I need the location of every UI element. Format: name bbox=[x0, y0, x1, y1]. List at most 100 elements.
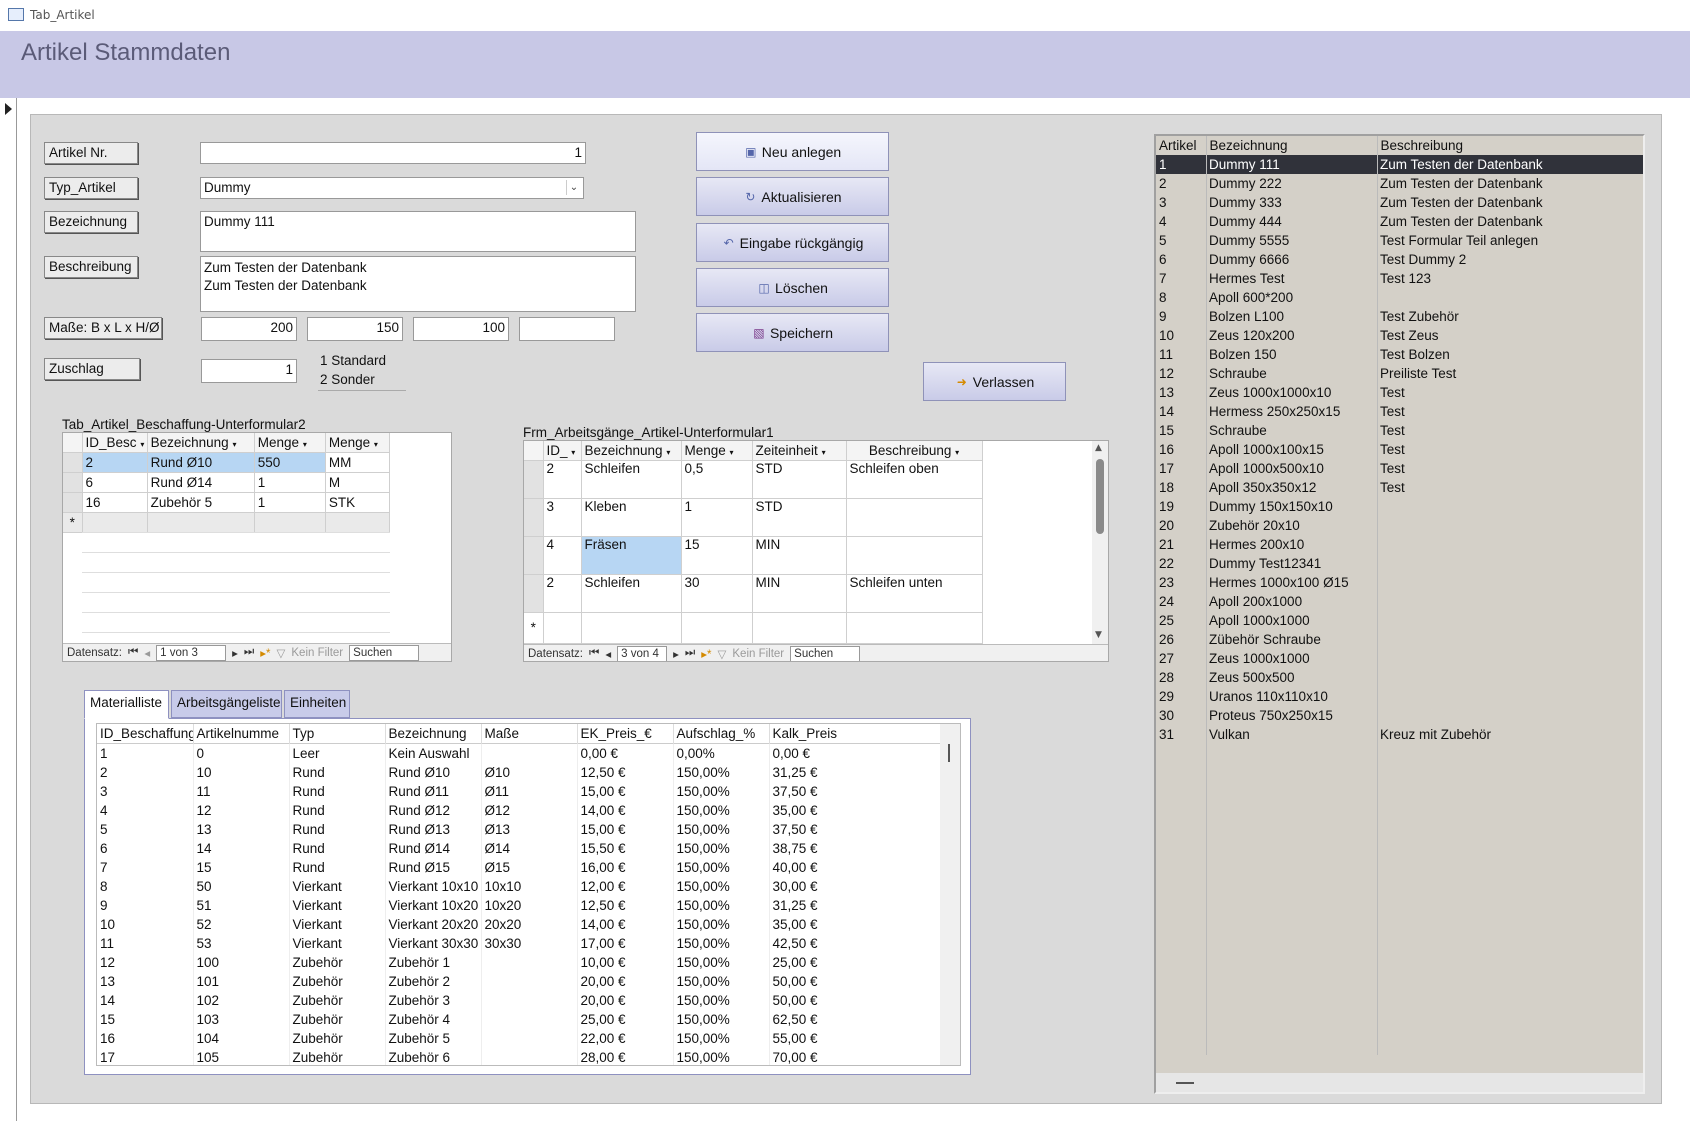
row-selector[interactable] bbox=[524, 460, 544, 499]
first-record-icon[interactable]: ⏮ bbox=[128, 646, 138, 659]
row-selector[interactable] bbox=[524, 498, 544, 537]
prev-record-icon[interactable]: ◂ bbox=[144, 646, 150, 660]
table-row[interactable]: 2 Schleifen 0,5 STD Schleifen oben bbox=[524, 460, 983, 499]
list-item[interactable]: 1 0 Leer Kein Auswahl 0,00 €0,00% 0,00 € bbox=[97, 743, 942, 763]
cell[interactable]: 15 bbox=[681, 536, 753, 575]
vertical-scrollbar[interactable] bbox=[940, 724, 960, 1065]
cell-selected[interactable]: Fräsen bbox=[581, 536, 682, 575]
cell[interactable]: 2 bbox=[543, 460, 582, 499]
cell[interactable]: 1 bbox=[681, 498, 753, 537]
new-record-row[interactable]: * bbox=[524, 612, 983, 644]
list-item[interactable]: 16 104 Zubehör Zubehör 5 22,00 €150,00% 55,00… bbox=[97, 1029, 942, 1048]
cell[interactable]: 2 bbox=[543, 574, 582, 613]
search-field[interactable]: Suchen bbox=[349, 644, 420, 661]
table-row[interactable]: 4 Fräsen 15 MIN bbox=[524, 536, 983, 575]
list-item[interactable]: 15 103 Zubehör Zubehör 4 25,00 €150,00% 62,50… bbox=[97, 1010, 942, 1029]
artikel-nr-field[interactable]: 1 bbox=[200, 142, 586, 164]
materialliste-listbox[interactable]: ID_Beschaffung Artikelnumme Typ Bezeichn… bbox=[96, 723, 961, 1066]
cell[interactable]: STK bbox=[325, 492, 391, 513]
bezeichnung-field[interactable]: Dummy 111 bbox=[200, 211, 636, 252]
cell[interactable]: Schleifen unten bbox=[846, 574, 983, 613]
list-item[interactable]: 12 100 Zubehör Zubehör 1 10,00 €150,00% 25,00… bbox=[97, 953, 942, 972]
list-item[interactable]: 8 Apoll 600*200 bbox=[1156, 288, 1643, 307]
list-item[interactable]: 15 Schraube Test bbox=[1156, 421, 1643, 440]
scroll-thumb[interactable] bbox=[948, 744, 950, 762]
cell[interactable]: STD bbox=[752, 460, 847, 499]
last-record-icon[interactable]: ⏭ bbox=[685, 647, 695, 660]
cell[interactable]: 30 bbox=[681, 574, 753, 613]
first-record-icon[interactable]: ⏮ bbox=[589, 647, 599, 660]
cell[interactable]: MM bbox=[325, 452, 391, 473]
cell[interactable]: MIN bbox=[752, 574, 847, 613]
list-item[interactable]: 9 51 Vierkant Vierkant 10x20 10x20 12,50 €150… bbox=[97, 896, 942, 915]
new-record-nav-icon[interactable]: ▸* bbox=[701, 647, 711, 661]
row-selector[interactable] bbox=[524, 536, 544, 575]
list-item[interactable]: 16 Apoll 1000x100x15 Test bbox=[1156, 440, 1643, 459]
cell[interactable]: 4 bbox=[543, 536, 582, 575]
masse-h-field[interactable]: 100 bbox=[413, 317, 509, 341]
list-item[interactable]: 24 Apoll 200x1000 bbox=[1156, 592, 1643, 611]
list-item[interactable]: 9 Bolzen L100 Test Zubehör bbox=[1156, 307, 1643, 326]
select-all-corner[interactable] bbox=[63, 433, 83, 453]
list-item[interactable]: 14 102 Zubehör Zubehör 3 20,00 €150,00% 50,00… bbox=[97, 991, 942, 1010]
list-item[interactable]: 10 Zeus 120x200 Test Zeus bbox=[1156, 326, 1643, 345]
search-field[interactable]: Suchen bbox=[790, 645, 861, 661]
list-item[interactable]: 17 105 Zubehör Zubehör 6 28,00 €150,00% 70,00… bbox=[97, 1048, 942, 1065]
list-item[interactable]: 8 50 Vierkant Vierkant 10x10 10x10 12,00 €150… bbox=[97, 877, 942, 896]
list-item[interactable]: 7 15 Rund Rund Ø15 Ø15 16,00 €150,00% 40,00 € bbox=[97, 858, 942, 877]
scroll-down-icon[interactable]: ▼ bbox=[1095, 630, 1102, 640]
eingabe-rueckgaengig-button[interactable]: ↶ Eingabe rückgängig bbox=[696, 223, 889, 262]
typ-artikel-combobox[interactable]: Dummy ⌄ bbox=[200, 177, 584, 199]
cell[interactable]: M bbox=[325, 472, 391, 493]
list-item[interactable]: 2 10 Rund Rund Ø10 Ø10 12,50 €150,00% 31,25 € bbox=[97, 763, 942, 782]
tab-materialliste[interactable]: Materialliste bbox=[84, 690, 169, 719]
vertical-scrollbar[interactable]: ▲ ▼ bbox=[1092, 441, 1108, 644]
last-record-icon[interactable]: ⏭ bbox=[244, 646, 254, 659]
cell[interactable]: 16 bbox=[82, 492, 148, 513]
subform2-datasheet[interactable]: ID_ ▾ Bezeichnung ▾ Menge ▾ Zeiteinheit … bbox=[523, 440, 1109, 662]
list-item[interactable]: 2 Dummy 222 Zum Testen der Datenbank bbox=[1156, 174, 1643, 193]
scroll-thumb[interactable] bbox=[1096, 459, 1104, 534]
speichern-button[interactable]: ▧ Speichern bbox=[696, 313, 889, 352]
loeschen-button[interactable]: ◫ Löschen bbox=[696, 268, 889, 307]
list-item[interactable]: 11 53 Vierkant Vierkant 30x30 30x30 17,00 €15… bbox=[97, 934, 942, 953]
next-record-icon[interactable]: ▸ bbox=[673, 647, 679, 661]
column-header[interactable]: Bezeichnung ▾ bbox=[581, 441, 682, 461]
list-item[interactable]: 21 Hermes 200x10 bbox=[1156, 535, 1643, 554]
list-item[interactable]: 10 52 Vierkant Vierkant 20x20 20x20 14,00 €15… bbox=[97, 915, 942, 934]
column-header[interactable]: ID_ ▾ bbox=[543, 441, 582, 461]
record-position-field[interactable]: 1 von 3 bbox=[156, 644, 227, 661]
list-item[interactable]: 30 Proteus 750x250x15 bbox=[1156, 706, 1643, 725]
list-item[interactable]: 13 101 Zubehör Zubehör 2 20,00 €150,00% 50,00… bbox=[97, 972, 942, 991]
cell[interactable] bbox=[846, 536, 983, 575]
row-selector[interactable] bbox=[524, 574, 544, 613]
row-selector[interactable] bbox=[63, 492, 83, 513]
scroll-up-icon[interactable]: ▲ bbox=[1095, 443, 1102, 453]
cell[interactable]: Schleifen bbox=[581, 574, 682, 613]
list-item[interactable]: 28 Zeus 500x500 bbox=[1156, 668, 1643, 687]
cell[interactable]: Schleifen bbox=[581, 460, 682, 499]
table-row[interactable]: 16 Zubehör 5 1 STK bbox=[63, 492, 391, 513]
beschreibung-field[interactable]: Zum Testen der Datenbank Zum Testen der … bbox=[200, 256, 636, 312]
table-row[interactable]: 2 Schleifen 30 MIN Schleifen unten bbox=[524, 574, 983, 613]
chevron-down-icon[interactable]: ⌄ bbox=[566, 180, 581, 195]
record-position-field[interactable]: 3 von 4 bbox=[617, 645, 668, 661]
list-item[interactable]: 13 Zeus 1000x1000x10 Test bbox=[1156, 383, 1643, 402]
list-item[interactable]: 3 Dummy 333 Zum Testen der Datenbank bbox=[1156, 193, 1643, 212]
list-item[interactable]: 5 Dummy 5555 Test Formular Teil anlegen bbox=[1156, 231, 1643, 250]
list-item[interactable]: 22 Dummy Test12341 bbox=[1156, 554, 1643, 573]
list-item[interactable]: 14 Hermess 250x250x15 Test bbox=[1156, 402, 1643, 421]
aktualisieren-button[interactable]: ↻ Aktualisieren bbox=[696, 177, 889, 216]
table-row[interactable]: 6 Rund Ø14 1 M bbox=[63, 472, 391, 493]
cell[interactable]: 550 bbox=[254, 452, 326, 473]
neu-anlegen-button[interactable]: ▣ Neu anlegen bbox=[696, 132, 889, 171]
subform1-datasheet[interactable]: ID_Besc ▾ Bezeichnung ▾ Menge ▾ Menge ▾ … bbox=[62, 432, 452, 662]
list-item[interactable]: 5 13 Rund Rund Ø13 Ø13 15,00 €150,00% 37,50 € bbox=[97, 820, 942, 839]
cell[interactable]: Schleifen oben bbox=[846, 460, 983, 499]
filter-status[interactable]: Kein Filter bbox=[732, 648, 784, 660]
verlassen-button[interactable]: ➜ Verlassen bbox=[923, 362, 1066, 401]
filter-status[interactable]: Kein Filter bbox=[291, 647, 343, 659]
table-row[interactable]: 3 Kleben 1 STD bbox=[524, 498, 983, 537]
list-item[interactable]: 7 Hermes Test Test 123 bbox=[1156, 269, 1643, 288]
masse-d-field[interactable] bbox=[519, 317, 615, 341]
